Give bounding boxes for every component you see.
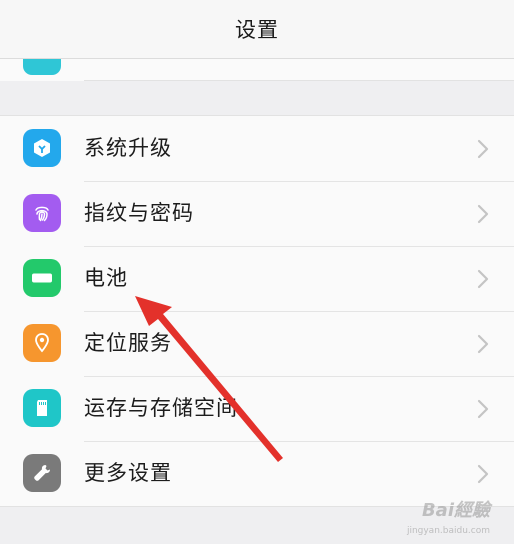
settings-item-label: 定位服务 (84, 331, 172, 355)
wrench-icon (23, 454, 61, 492)
nav-header: 设置 (0, 0, 514, 59)
storage-card-icon (23, 389, 61, 427)
battery-icon (23, 259, 61, 297)
location-pin-icon (23, 324, 61, 362)
chevron-right-icon (476, 268, 490, 290)
settings-item-label: 电池 (84, 266, 128, 290)
watermark-url: jingyan.baidu.com (406, 526, 490, 536)
settings-item-battery[interactable]: 电池 (0, 246, 514, 311)
partial-settings-icon (23, 59, 61, 75)
settings-list: 系统升级 指纹与密码 电池 定位服务 运存与存储空间 更多设置 (0, 115, 514, 507)
settings-item-storage[interactable]: 运存与存储空间 (0, 376, 514, 441)
page-title: 设置 (235, 18, 279, 42)
row-divider (84, 246, 514, 247)
watermark-logo: Bai經驗 (421, 500, 490, 521)
chevron-right-icon (476, 398, 490, 420)
chevron-right-icon (476, 138, 490, 160)
chevron-right-icon (476, 333, 490, 355)
settings-item-location[interactable]: 定位服务 (0, 311, 514, 376)
partially-hidden-settings-row[interactable] (0, 59, 514, 81)
settings-item-fingerprint-password[interactable]: 指纹与密码 (0, 181, 514, 246)
settings-item-label: 更多设置 (84, 461, 172, 485)
chevron-right-icon (476, 203, 490, 225)
fingerprint-icon (23, 194, 61, 232)
settings-item-system-update[interactable]: 系统升级 (0, 116, 514, 181)
system-update-icon (23, 129, 61, 167)
settings-item-label: 指纹与密码 (84, 201, 194, 225)
chevron-right-icon (476, 463, 490, 485)
settings-item-label: 运存与存储空间 (84, 396, 238, 420)
settings-item-label: 系统升级 (84, 136, 172, 160)
row-divider (84, 80, 514, 81)
